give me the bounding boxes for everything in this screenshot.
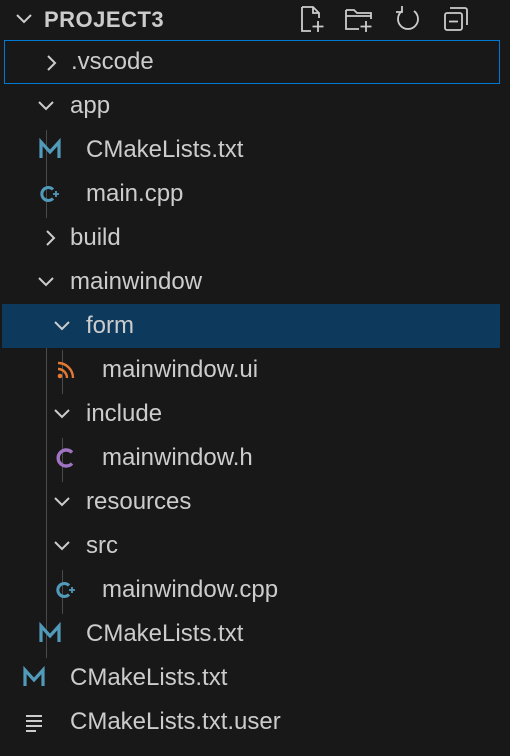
cmake-icon: [23, 666, 45, 686]
new-file-icon[interactable]: [296, 4, 326, 34]
tree-item-label: CMakeLists.txt.user: [70, 708, 281, 735]
tree-folder-form[interactable]: form: [2, 304, 500, 348]
cmake-icon: [39, 138, 61, 158]
tree-item-label: app: [70, 92, 111, 119]
explorer-header[interactable]: PROJECT3: [0, 0, 510, 40]
chevron-down-icon[interactable]: [52, 536, 72, 556]
refresh-icon[interactable]: [393, 4, 423, 34]
tree-item-label: main.cpp: [86, 180, 184, 207]
tree-file-cmakelists-txt[interactable]: CMakeLists.txt: [0, 656, 510, 700]
tree-item-label: resources: [86, 488, 192, 515]
tree-item-label: CMakeLists.txt: [70, 664, 228, 691]
cpp-icon: [56, 582, 75, 598]
tree-item-label: mainwindow.cpp: [102, 576, 279, 603]
tree-file-mainwindow-cpp[interactable]: mainwindow.cpp: [0, 568, 510, 612]
tree-folder-vscode[interactable]: .vscode: [4, 40, 500, 84]
cpp-icon: [40, 186, 59, 202]
tree-folder-include[interactable]: include: [0, 392, 510, 436]
tree-folder-src[interactable]: src: [0, 524, 510, 568]
tree-folder-resources[interactable]: resources: [0, 480, 510, 524]
tree-file-mainwindow-ui[interactable]: mainwindow.ui: [0, 348, 510, 392]
tree-item-label: .vscode: [71, 47, 154, 75]
tree-file-main-cpp[interactable]: main.cpp: [0, 172, 510, 216]
new-folder-icon[interactable]: [344, 4, 374, 34]
rss-icon: [57, 361, 75, 379]
cmake-icon: [39, 622, 61, 642]
tree-folder-build[interactable]: build: [0, 216, 510, 260]
tree-folder-mainwindow[interactable]: mainwindow: [0, 260, 510, 304]
chevron-right-icon[interactable]: [41, 53, 61, 73]
tree-item-label: CMakeLists.txt: [86, 136, 244, 163]
explorer-actions: [296, 4, 486, 34]
collapse-all-icon[interactable]: [441, 4, 471, 34]
text-file-icon: [26, 715, 42, 732]
chevron-down-icon[interactable]: [52, 404, 72, 424]
chevron-down-icon[interactable]: [36, 272, 56, 292]
tree-file-mainwindow-h[interactable]: mainwindow.h: [0, 436, 510, 480]
chevron-right-icon[interactable]: [40, 228, 60, 248]
chevron-down-icon[interactable]: [52, 492, 72, 512]
chevron-down-icon[interactable]: [14, 9, 34, 29]
chevron-down-icon[interactable]: [36, 96, 56, 116]
tree-file-cmakelists-txt[interactable]: CMakeLists.txt: [0, 128, 510, 172]
tree-item-label: mainwindow.h: [102, 444, 253, 471]
tree-item-label: include: [86, 400, 163, 427]
tree-item-label: src: [86, 532, 118, 559]
tree-item-label: CMakeLists.txt: [86, 620, 244, 647]
tree-item-label: build: [70, 224, 121, 251]
chevron-down-icon[interactable]: [52, 316, 72, 336]
tree-item-label: mainwindow: [70, 268, 203, 295]
explorer-title: PROJECT3: [44, 7, 165, 32]
tree-folder-app[interactable]: app: [0, 84, 510, 128]
tree-file-cmakelists-txt[interactable]: CMakeLists.txt: [0, 612, 510, 656]
tree-file-cmakelists-txt-user[interactable]: CMakeLists.txt.user: [0, 700, 510, 744]
tree-item-label: mainwindow.ui: [102, 356, 259, 383]
c-header-icon: [56, 448, 74, 468]
tree-item-label: form: [86, 312, 134, 339]
